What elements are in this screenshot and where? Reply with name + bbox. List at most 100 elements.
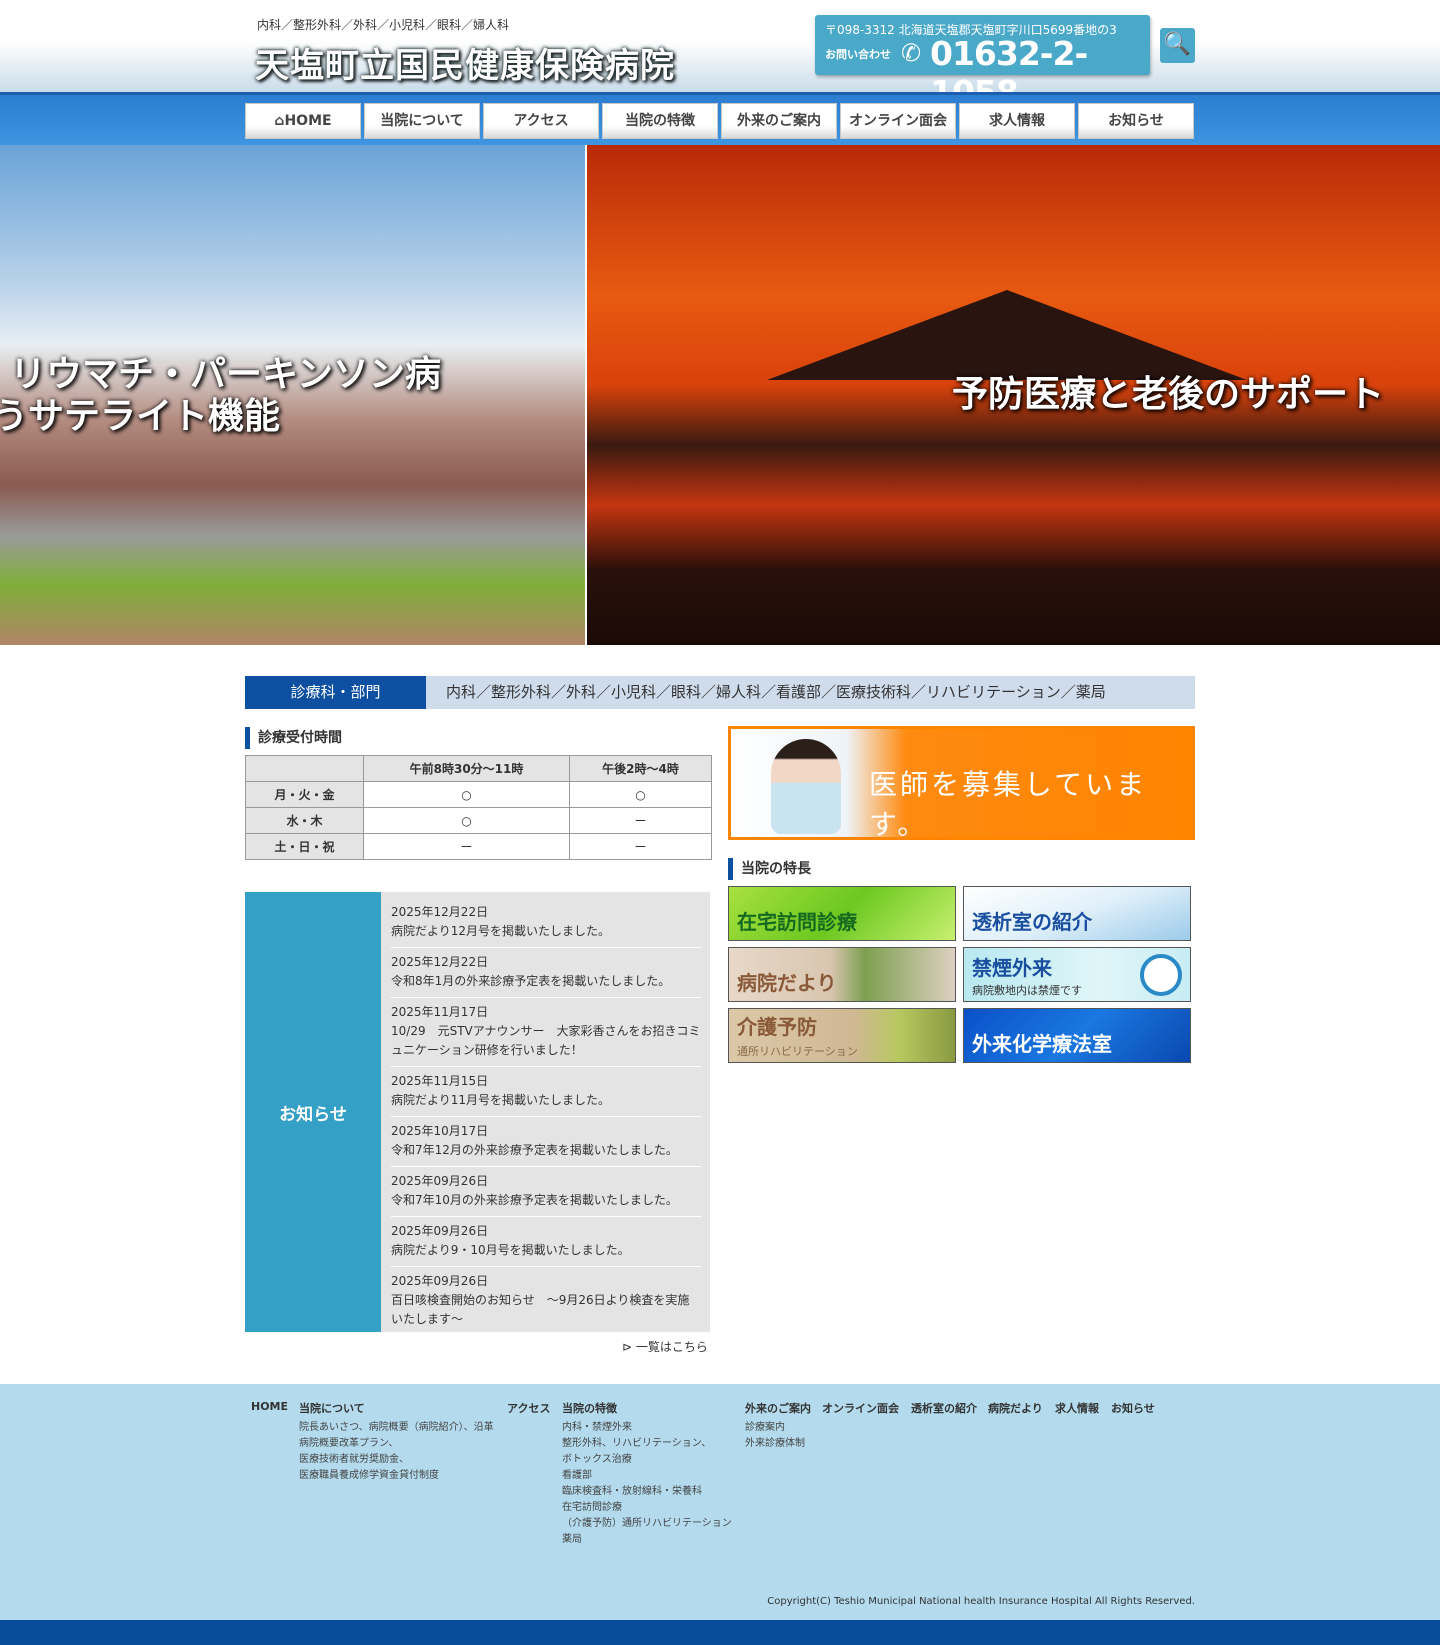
schedule-heading: 診療受付時間: [245, 727, 342, 749]
footer-link-home[interactable]: HOME: [251, 1400, 288, 1413]
department-bar: 診療科・部門 内科／整形外科／外科／小児科／眼科／婦人科／看護部／医療技術科／リ…: [245, 676, 1195, 709]
nav-access[interactable]: アクセス: [483, 103, 599, 139]
nav-home[interactable]: ⌂HOME: [245, 103, 361, 139]
news-text[interactable]: 病院だより9・10月号を掲載いたしました。: [391, 1241, 701, 1260]
news-more-link[interactable]: ⊳ 一覧はこちら: [622, 1338, 708, 1355]
no-smoking-seal-icon: [1140, 954, 1182, 996]
footer-sublink[interactable]: 看護部: [562, 1468, 732, 1484]
footer-link-newsletter[interactable]: 病院だより: [988, 1400, 1043, 1416]
table-row: 水・木 ○ ー: [245, 807, 712, 834]
footer-sublink[interactable]: 在宅訪問診療: [562, 1500, 732, 1516]
footer-sublink[interactable]: 内科・禁煙外来: [562, 1420, 732, 1436]
news-label: お知らせ: [245, 892, 381, 1332]
footer-sublink[interactable]: ボトックス治療: [562, 1452, 732, 1468]
department-label: 診療科・部門: [245, 676, 426, 709]
day-cell: 土・日・祝: [245, 833, 364, 860]
news-item[interactable]: 2025年09月26日 百日咳検査開始のお知らせ 〜9月26日より検査を実施いたし…: [391, 1267, 701, 1335]
news-item[interactable]: 2025年11月17日 10/29 元STVアナウンサー 大家彩香さんをお招きコミ…: [391, 998, 701, 1067]
footer-link-recruit[interactable]: 求人情報: [1055, 1400, 1099, 1416]
tile-home-visit[interactable]: 在宅訪問診療: [728, 886, 956, 941]
tile-care-prevention[interactable]: 介護予防 通所リハビリテーション: [728, 1008, 956, 1063]
footer-about-list: 院長あいさつ、病院概要（病院紹介）、沿革 病院概要改革プラン、 医療技術者就労奨…: [299, 1420, 494, 1484]
features-heading: 当院の特長: [728, 858, 811, 880]
more-label: 一覧はこちら: [635, 1340, 708, 1354]
footer-link-online-visit[interactable]: オンライン面会: [822, 1400, 899, 1416]
footer-sublink[interactable]: 臨床検査科・放射線科・栄養科: [562, 1484, 732, 1500]
news-text[interactable]: 令和8年1月の外来診療予定表を掲載いたしました。: [391, 972, 701, 991]
recruit-banner[interactable]: 医師を募集しています。: [728, 726, 1195, 841]
news-list: 2025年12月22日 病院だより12月号を掲載いたしました。 2025年12月2…: [391, 898, 701, 1335]
news-text[interactable]: 令和7年10月の外来診療予定表を掲載いたしました。: [391, 1191, 701, 1210]
hospital-building-image: リウマチ・パーキンソン病 うサテライト機能: [0, 145, 585, 645]
header: 内科／整形外科／外科／小児科／眼科／婦人科 天塩町立国民健康保険病院 〒098-…: [0, 0, 1440, 112]
footer-sublink[interactable]: 医療職員養成修学資金貸付制度: [299, 1468, 494, 1484]
news-text[interactable]: 百日咳検査開始のお知らせ 〜9月26日より検査を実施いたします〜: [391, 1291, 701, 1329]
news-text[interactable]: 令和7年12月の外来診療予定表を掲載いたしました。: [391, 1141, 701, 1160]
home-icon: ⌂: [274, 113, 285, 129]
table-row: 土・日・祝ーー: [245, 833, 712, 860]
news-item[interactable]: 2025年10月17日 令和7年12月の外来診療予定表を掲載いたしました。: [391, 1117, 701, 1167]
tile-title: 透析室の紹介: [972, 910, 1092, 934]
header-cell: 午前8時30分〜11時: [363, 755, 570, 782]
tile-title: 外来化学療法室: [972, 1032, 1112, 1056]
footer-link-news[interactable]: お知らせ: [1111, 1400, 1155, 1416]
news-date: 2025年12月22日: [391, 905, 489, 919]
news-item[interactable]: 2025年09月26日 令和7年10月の外来診療予定表を掲載いたしました。: [391, 1167, 701, 1217]
header-subtitle: 内科／整形外科／外科／小児科／眼科／婦人科: [257, 18, 510, 32]
main-nav: ⌂HOME 当院について アクセス 当院の特徴 外来のご案内 オンライン面会 求…: [0, 92, 1440, 145]
tile-newsletter[interactable]: 病院だより: [728, 947, 956, 1002]
hero-right-text: 予防医療と老後のサポート: [952, 374, 1385, 415]
schedule-table: 午前8時30分〜11時 午後2時〜4時 月・火・金 ○ ○ 水・木 ○ ー 土・日・祝ー…: [245, 755, 712, 860]
news-item[interactable]: 2025年11月15日病院だより11月号を掲載いたしました。: [391, 1067, 701, 1117]
nav-outpatient[interactable]: 外来のご案内: [721, 103, 837, 139]
cell: ー: [569, 807, 712, 834]
nav-news[interactable]: お知らせ: [1078, 103, 1194, 139]
tile-dialysis[interactable]: 透析室の紹介: [963, 886, 1191, 941]
tile-title: 禁煙外来: [972, 956, 1052, 980]
news-date: 2025年09月26日: [391, 1224, 489, 1238]
news-date: 2025年11月15日: [391, 1074, 489, 1088]
news-item[interactable]: 2025年12月22日病院だより12月号を掲載いたしました。: [391, 898, 701, 948]
news-text[interactable]: 病院だより11月号を掲載いたしました。: [391, 1091, 701, 1110]
footer-link-access[interactable]: アクセス: [507, 1400, 550, 1416]
tile-title: 在宅訪問診療: [737, 910, 857, 934]
nav-features[interactable]: 当院の特徴: [602, 103, 718, 139]
header-cell: [245, 755, 364, 782]
news-date: 2025年12月22日: [391, 955, 489, 969]
footer-features-list: 内科・禁煙外来 整形外科、リハビリテーション、 ボトックス治療 看護部 臨床検査…: [562, 1420, 732, 1548]
nav-label: HOME: [284, 113, 332, 129]
department-list: 内科／整形外科／外科／小児科／眼科／婦人科／看護部／医療技術科／リハビリテーショ…: [446, 683, 1106, 701]
footer-sublink[interactable]: 診療案内: [745, 1420, 805, 1436]
footer-link-about[interactable]: 当院について: [299, 1400, 365, 1416]
hero-slider[interactable]: リウマチ・パーキンソン病 うサテライト機能 予防医療と老後のサポート: [0, 145, 1440, 645]
footer-sublink[interactable]: 医療技術者就労奨励金、: [299, 1452, 494, 1468]
nav-recruit[interactable]: 求人情報: [959, 103, 1075, 139]
tile-chemotherapy[interactable]: 外来化学療法室: [963, 1008, 1191, 1063]
search-icon[interactable]: 🔍: [1160, 28, 1195, 63]
news-item[interactable]: 2025年09月26日病院だより9・10月号を掲載いたしました。: [391, 1217, 701, 1267]
footer-band: [0, 1620, 1440, 1645]
footer-link-features[interactable]: 当院の特徴: [562, 1400, 617, 1416]
news-text[interactable]: 病院だより12月号を掲載いたしました。: [391, 922, 701, 941]
footer-sublink[interactable]: 薬局: [562, 1532, 732, 1548]
tile-smoking-cessation[interactable]: 禁煙外来病院敷地内は禁煙です: [963, 947, 1191, 1002]
footer-sublink[interactable]: 院長あいさつ、病院概要（病院紹介）、沿革: [299, 1420, 494, 1436]
footer-sublink[interactable]: 外来診療体制: [745, 1436, 805, 1452]
nav-online-visit[interactable]: オンライン面会: [840, 103, 956, 139]
cell: ○: [363, 807, 570, 834]
table-header-row: 午前8時30分〜11時 午後2時〜4時: [245, 755, 712, 782]
news-item[interactable]: 2025年12月22日令和8年1月の外来診療予定表を掲載いたしました。: [391, 948, 701, 998]
day-cell: 月・火・金: [245, 781, 364, 808]
footer-link-outpatient[interactable]: 外来のご案内: [745, 1400, 811, 1416]
footer-sublink[interactable]: （介護予防）通所リハビリテーション: [562, 1516, 732, 1532]
nav-about[interactable]: 当院について: [364, 103, 480, 139]
sunset-image: 予防医療と老後のサポート: [587, 145, 1440, 645]
tile-subtitle: 病院敷地内は禁煙です: [972, 984, 1082, 997]
news-text[interactable]: 10/29 元STVアナウンサー 大家彩香さんをお招きコミュニケーション研修を行…: [391, 1022, 701, 1060]
footer-sublink[interactable]: 病院概要改革プラン、: [299, 1436, 494, 1452]
hospital-logo[interactable]: 天塩町立国民健康保険病院: [255, 38, 675, 87]
phone-icon: ✆: [901, 39, 922, 67]
footer-link-dialysis[interactable]: 透析室の紹介: [911, 1400, 977, 1416]
footer-sublink[interactable]: 整形外科、リハビリテーション、: [562, 1436, 732, 1452]
table-row: 月・火・金 ○ ○: [245, 781, 712, 808]
